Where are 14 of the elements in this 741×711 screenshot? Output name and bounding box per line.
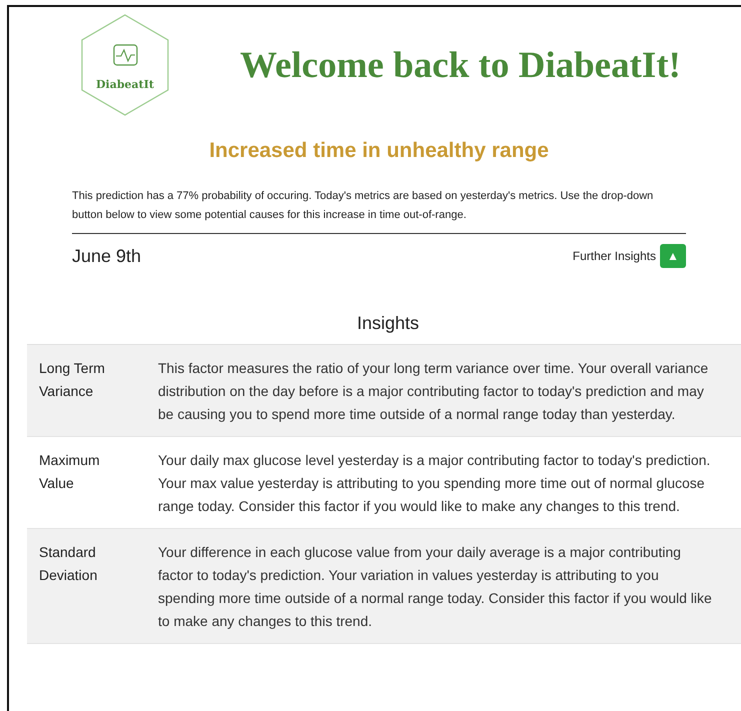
factor-description: This factor measures the ratio of your long term variance over time. Your overall variance distribution on the day before is a major contributing factor to today's prediction and may be causing you to spend more time outside of a normal range today than yesterday.: [158, 359, 710, 424]
welcome-title: Welcome back to DiabeatIt!: [240, 44, 681, 86]
prediction-heading: Increased time in unhealthy range: [208, 139, 550, 163]
prediction-description: This prediction has a 77% probability of occuring. Today's metrics are based on yesterday's metrics. Use the drop-down button below to view some potential causes for this increase in time out-of-range.: [72, 187, 686, 234]
factor-description: Your daily max glucose level yesterday is a major contributing factor to today's prediction. Your max value yesterday is attributing to you spending more time out of normal glucose range today. Consider this factor if you would like to make any changes to this trend.: [158, 451, 712, 516]
further-insights-label: Further Insights: [572, 249, 656, 263]
factor-name: Long Term Variance: [38, 359, 106, 401]
factor-name: Maximum Value: [38, 451, 101, 493]
insights-title: Insights: [356, 313, 420, 334]
date-label: June 9th: [72, 246, 142, 266]
toggle-button[interactable]: ▲: [660, 244, 686, 268]
logo: DiabeatIt: [80, 14, 170, 116]
factor-description: Your difference in each glucose value from your daily average is a major contributing factor to today's prediction. Your variation in values yesterday is attributing to you spending more time outside of a normal range today. Consider this factor if you would like to make any changes to this trend.: [158, 543, 713, 631]
factor-name: Standard Deviation: [38, 543, 98, 585]
